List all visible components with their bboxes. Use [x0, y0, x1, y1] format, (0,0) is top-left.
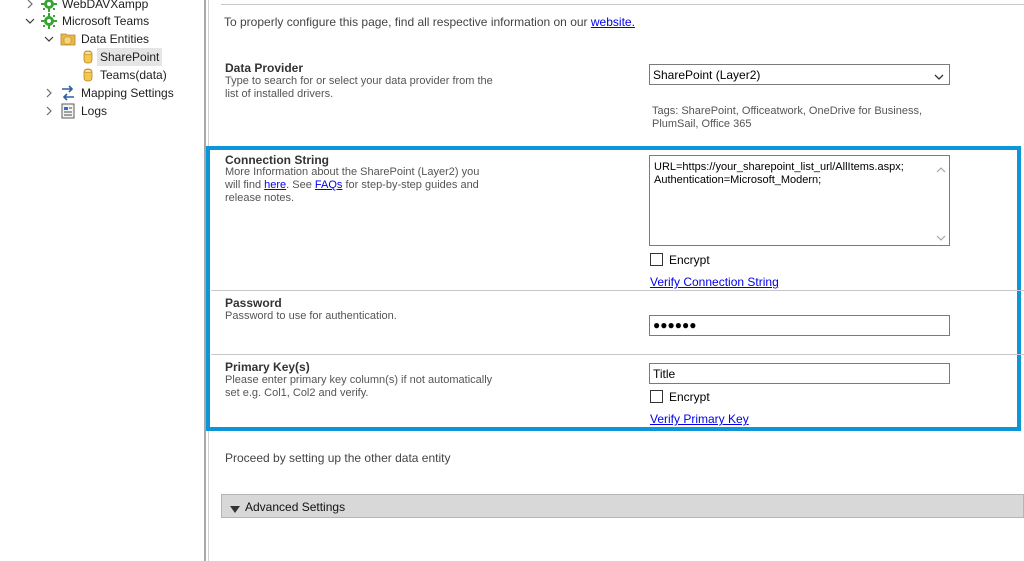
connection-string-textarea[interactable]: URL=https://your_sharepoint_list_url/All… [649, 155, 950, 246]
value-line: URL=https://your_sharepoint_list_url/All… [654, 161, 904, 173]
desc-line: release notes. [225, 192, 295, 204]
primary-key-value: Title [653, 367, 676, 381]
log-document-icon [60, 103, 76, 119]
tree-item-label: Teams(data) [100, 68, 167, 82]
desc-line: Type to search for or select your data p… [225, 75, 493, 87]
textarea-scrollbar[interactable] [933, 156, 949, 245]
navigation-tree: WebDAVXampp Microsoft Teams Data Entitie… [0, 0, 203, 561]
advanced-settings-header[interactable]: Advanced Settings [221, 494, 1024, 518]
tree-item-logs[interactable]: Logs [0, 102, 200, 120]
tree-item-label: Microsoft Teams [62, 14, 150, 28]
folder-database-icon [60, 31, 76, 47]
intro-text: To properly configure this page, find al… [224, 15, 635, 29]
here-link[interactable]: here [264, 179, 286, 191]
tree-item-sharepoint[interactable]: SharePoint [0, 48, 200, 66]
verify-connection-string-link[interactable]: Verify Connection String [650, 275, 779, 289]
tags-line: PlumSail, Office 365 [652, 118, 752, 130]
data-provider-selected-value: SharePoint (Layer2) [653, 68, 761, 82]
proceed-hint: Proceed by setting up the other data ent… [225, 451, 451, 465]
desc-line: Please enter primary key column(s) if no… [225, 374, 493, 386]
encrypt-label: Encrypt [669, 390, 710, 404]
provider-tags: Tags: SharePoint, Officeatwork, OneDrive… [652, 105, 942, 131]
chevron-down-icon[interactable] [25, 16, 35, 26]
advanced-settings-label: Advanced Settings [245, 500, 346, 514]
collapse-triangle-icon [230, 503, 240, 517]
connection-string-title: Connection String [225, 153, 329, 167]
primary-key-title: Primary Key(s) [225, 360, 310, 374]
connection-string-value: URL=https://your_sharepoint_list_url/All… [654, 161, 924, 187]
password-title: Password [225, 296, 282, 310]
desc-line: set e.g. Col1, Col2 and verify. [225, 387, 369, 399]
chevron-down-icon [934, 71, 944, 85]
divider [221, 4, 1024, 5]
desc-text: for step-by-step guides and [345, 179, 479, 191]
mapping-arrows-icon [60, 85, 76, 101]
desc-text: will find [225, 179, 262, 191]
password-input[interactable]: ●●●●●● [649, 315, 950, 336]
tags-line: Tags: SharePoint, Officeatwork, OneDrive… [652, 105, 923, 117]
website-link[interactable]: website. [591, 15, 635, 29]
verify-primary-key-link[interactable]: Verify Primary Key [650, 412, 749, 426]
gear-connector-icon [41, 13, 57, 29]
data-provider-description: Type to search for or select your data p… [225, 75, 495, 101]
tree-item-teams-data[interactable]: Teams(data) [0, 66, 200, 84]
primary-key-encrypt-checkbox[interactable] [650, 390, 663, 403]
desc-line: will find here. See FAQs for step-by-ste… [225, 179, 515, 192]
chevron-right-icon[interactable] [25, 0, 35, 9]
tree-item-mapping-settings[interactable]: Mapping Settings [0, 84, 200, 102]
password-masked-value: ●●●●●● [653, 318, 697, 332]
divider [211, 354, 1024, 355]
scroll-down-icon[interactable] [936, 231, 946, 245]
entity-settings-panel: To properly configure this page, find al… [206, 0, 1024, 561]
divider [211, 290, 1024, 291]
desc-text: . See [286, 179, 312, 191]
primary-key-description: Please enter primary key column(s) if no… [225, 374, 515, 400]
value-line: Authentication=Microsoft_Modern; [654, 174, 822, 186]
scroll-up-icon[interactable] [936, 162, 946, 176]
primary-key-input[interactable]: Title [649, 363, 950, 384]
connection-encrypt-checkbox[interactable] [650, 253, 663, 266]
password-description: Password to use for authentication. [225, 310, 397, 322]
tree-item-label: SharePoint [97, 48, 163, 66]
connection-string-description: More Information about the SharePoint (L… [225, 166, 515, 205]
chevron-right-icon[interactable] [44, 106, 54, 116]
tree-item-microsoft-teams[interactable]: Microsoft Teams [0, 12, 200, 30]
desc-line: More Information about the SharePoint (L… [225, 166, 480, 178]
gear-connector-icon [41, 0, 57, 12]
tree-item-label: Mapping Settings [81, 86, 174, 100]
tree-item-label: Data Entities [81, 32, 150, 46]
tree-item-label: Logs [81, 104, 108, 118]
database-icon [80, 67, 96, 83]
faqs-link[interactable]: FAQs [315, 179, 343, 191]
desc-line: list of installed drivers. [225, 88, 334, 100]
tree-item-data-entities[interactable]: Data Entities [0, 30, 200, 48]
data-provider-select[interactable]: SharePoint (Layer2) [649, 64, 950, 85]
data-provider-title: Data Provider [225, 61, 304, 75]
chevron-right-icon[interactable] [44, 88, 54, 98]
intro-label: To properly configure this page, find al… [224, 15, 588, 29]
chevron-down-icon[interactable] [44, 34, 54, 44]
encrypt-label: Encrypt [669, 253, 710, 267]
database-icon [80, 49, 96, 65]
